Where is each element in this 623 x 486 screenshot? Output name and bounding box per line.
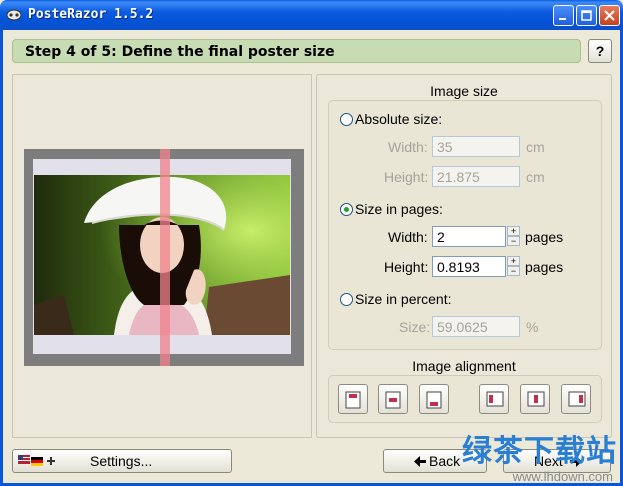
align-left-icon [486, 391, 504, 407]
minimize-button[interactable] [553, 5, 574, 26]
step-header: Step 4 of 5: Define the final poster siz… [12, 39, 581, 63]
minimize-icon [559, 18, 566, 20]
language-flags-icon [18, 455, 55, 466]
size-in-pages-label: Size in pages: [355, 201, 443, 217]
absolute-height-label: Height: [384, 169, 429, 185]
pages-width-spinner[interactable]: + − [507, 226, 520, 247]
align-bottom-icon [426, 391, 442, 409]
decrement-icon[interactable]: − [507, 266, 520, 276]
close-icon [604, 10, 615, 21]
percent-size-unit: % [526, 319, 539, 335]
absolute-width-input[interactable]: 35 [432, 136, 520, 157]
pages-height-label: Height: [384, 259, 429, 275]
image-size-title: Image size [430, 83, 498, 99]
watermark-logo: 绿茶下载站 [462, 435, 617, 468]
increment-icon[interactable]: + [507, 256, 520, 266]
align-top-icon [345, 391, 361, 409]
decrement-icon[interactable]: − [507, 236, 520, 246]
align-center-button[interactable] [378, 384, 408, 414]
app-icon [6, 9, 22, 21]
align-right-button[interactable] [561, 384, 591, 414]
settings-button[interactable]: Settings... [12, 449, 232, 473]
align-bottom-button[interactable] [419, 384, 449, 414]
help-button[interactable]: ? [588, 39, 612, 63]
image-alignment-title: Image alignment [412, 358, 516, 374]
increment-icon[interactable]: + [507, 226, 520, 236]
window-title: PosteRazor 1.5.2 [28, 7, 154, 22]
step-title: Step 4 of 5: Define the final poster siz… [25, 44, 335, 60]
absolute-height-unit: cm [526, 169, 545, 185]
size-in-percent-radio[interactable] [340, 293, 353, 306]
align-right-icon [568, 391, 586, 407]
pages-width-input[interactable]: 2 [432, 226, 506, 247]
poster-preview [12, 74, 312, 438]
pages-height-input[interactable]: 0.8193 [432, 256, 506, 277]
absolute-width-label: Width: [388, 139, 428, 155]
absolute-width-unit: cm [526, 139, 545, 155]
align-center-icon [385, 391, 401, 409]
size-in-pages-radio[interactable] [340, 203, 353, 216]
pages-width-label: Width: [388, 229, 428, 245]
pages-width-unit: pages [525, 229, 564, 245]
percent-size-input[interactable]: 59.0625 [432, 316, 520, 337]
align-middle-button[interactable] [520, 384, 550, 414]
back-label: Back [429, 453, 461, 469]
percent-size-label: Size: [399, 319, 431, 335]
absolute-height-input[interactable]: 21.875 [432, 166, 520, 187]
size-in-percent-label: Size in percent: [355, 291, 452, 307]
absolute-size-radio[interactable] [340, 113, 353, 126]
watermark-url: www.lhdown.com [512, 469, 613, 484]
align-middle-icon [527, 391, 545, 407]
arrow-left-icon [414, 456, 426, 467]
page-cut-line [160, 149, 170, 366]
pages-height-unit: pages [525, 259, 564, 275]
title-bar[interactable]: PosteRazor 1.5.2 [0, 0, 623, 30]
pages-height-spinner[interactable]: + − [507, 256, 520, 277]
maximize-icon [581, 10, 592, 21]
absolute-size-label: Absolute size: [355, 111, 443, 127]
settings-label: Settings... [90, 453, 153, 469]
align-left-button[interactable] [479, 384, 509, 414]
preview-sheet [24, 149, 304, 366]
close-button[interactable] [599, 5, 620, 26]
maximize-button[interactable] [576, 5, 597, 26]
align-top-button[interactable] [338, 384, 368, 414]
